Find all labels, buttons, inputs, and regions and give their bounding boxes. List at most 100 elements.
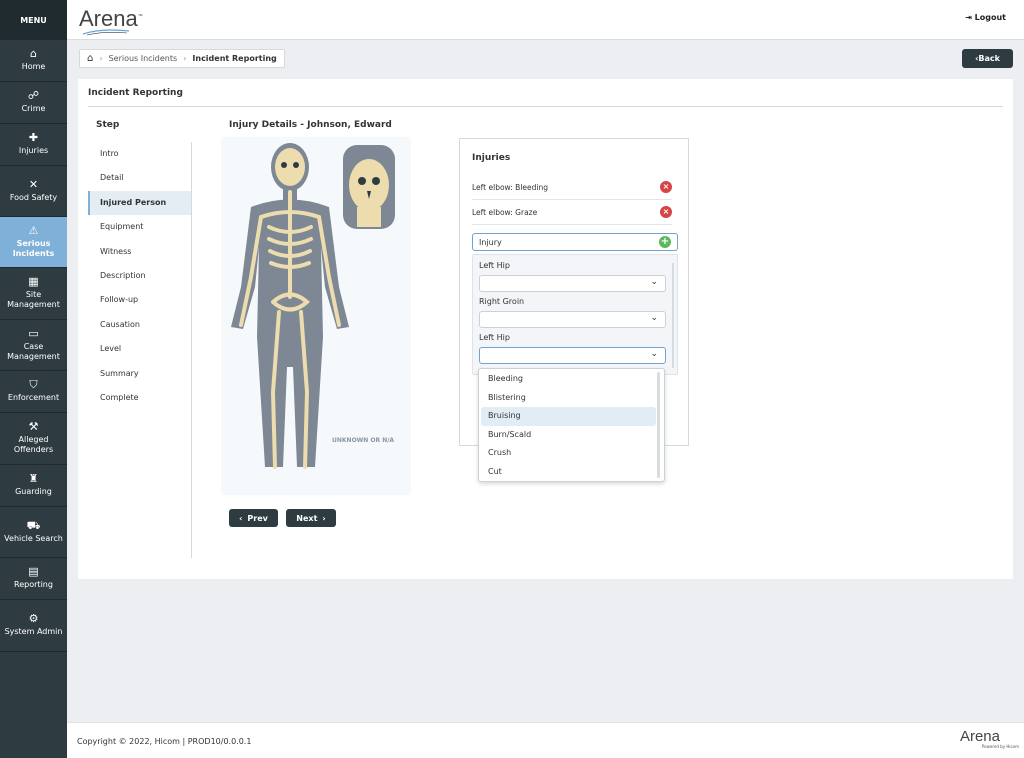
dropdown-option[interactable]: Burn/Scald [481, 426, 656, 445]
shield-icon: ⛉ [29, 378, 38, 391]
prev-button[interactable]: ‹ Prev [229, 509, 278, 527]
logo-tm: ™ [137, 13, 143, 20]
injury-type-select[interactable]: ⌄ [479, 311, 666, 328]
breadcrumb: ⌂ › Serious Incidents › Incident Reporti… [79, 49, 285, 68]
sidebar-item-serious-incidents[interactable]: ⚠ Serious Incidents [0, 217, 67, 268]
scrollbar[interactable] [672, 263, 674, 368]
sidebar-item-label: Guarding [15, 487, 52, 496]
sidebar-item-label: Food Safety [9, 192, 58, 202]
step-heading: Step [96, 120, 120, 130]
injuries-heading: Injuries [472, 153, 511, 163]
store-icon: ▦ [28, 275, 39, 288]
step-equipment[interactable]: Equipment [88, 215, 191, 239]
chevron-left-icon: ‹ [239, 513, 243, 523]
sidebar-item-crime[interactable]: ☍ Crime [0, 82, 67, 124]
warning-icon: ⚠ [28, 223, 39, 237]
step-follow-up[interactable]: Follow-up [88, 288, 191, 312]
incident-panel: Incident Reporting Step Intro Detail Injur… [78, 79, 1013, 579]
injury-type-select[interactable]: ⌄ [479, 275, 666, 292]
step-detail[interactable]: Detail [88, 166, 191, 190]
sidebar-item-label: Case Management [7, 341, 60, 361]
powered-by: Powered by Hicom [981, 744, 1019, 749]
dropdown-option[interactable]: Crush [481, 444, 656, 463]
divider [88, 106, 1003, 107]
section-title: Injury Details - Johnson, Edward [229, 120, 392, 130]
step-level[interactable]: Level [88, 337, 191, 361]
location-label: Right Groin [479, 297, 525, 306]
step-witness[interactable]: Witness [88, 240, 191, 264]
next-label: Next [296, 513, 318, 523]
gear-icon: ⚙ [28, 612, 39, 625]
chevron-right-icon: › [99, 54, 103, 63]
step-injured-person[interactable]: Injured Person [88, 190, 191, 216]
sidebar-item-site-management[interactable]: ▦ Site Management [0, 268, 67, 320]
utensils-icon: ✕ [28, 177, 39, 191]
sidebar-item-alleged-offenders[interactable]: ⚒ Alleged Offenders [0, 413, 67, 465]
chevron-right-icon: › [322, 513, 326, 523]
location-label: Left Hip [479, 333, 510, 342]
sidebar-item-system-admin[interactable]: ⚙ System Admin [0, 600, 67, 652]
step-summary[interactable]: Summary [88, 362, 191, 386]
dropdown-option[interactable]: Cut [481, 463, 656, 482]
scrollbar[interactable] [657, 372, 660, 478]
sidebar-item-food-safety[interactable]: ✕ Food Safety [0, 166, 67, 217]
sidebar-item-enforcement[interactable]: ⛉ Enforcement [0, 371, 67, 413]
breadcrumb-serious-incidents[interactable]: Serious Incidents [109, 54, 178, 63]
injury-type-dropdown: Bleeding Blistering Bruising Burn/Scald Crus… [478, 368, 665, 482]
sidebar: MENU ⌂ Home ☍ Crime ✚ Injuries ✕ Food Safety ⚠ Se… [0, 0, 67, 758]
sidebar-item-label: Vehicle Search [4, 533, 63, 543]
breadcrumb-incident-reporting: Incident Reporting [192, 54, 277, 63]
sidebar-item-label: Serious Incidents [12, 238, 55, 258]
back-label: Back [978, 54, 1000, 63]
sidebar-item-label: Injuries [18, 146, 49, 155]
remove-icon[interactable]: × [660, 181, 672, 193]
sidebar-item-label: Home [21, 62, 46, 71]
dropdown-option[interactable]: Bruising [481, 407, 656, 426]
sidebar-item-label: Alleged Offenders [13, 435, 54, 454]
unknown-region-label[interactable]: UNKNOWN OR N/A [332, 437, 394, 444]
injury-input[interactable]: Injury + [472, 233, 678, 251]
back-button[interactable]: ‹ Back [962, 49, 1013, 68]
logout-icon: ⇥ [965, 13, 975, 22]
sidebar-item-home[interactable]: ⌂ Home [0, 40, 67, 82]
logout-label: Logout [974, 13, 1006, 22]
step-description[interactable]: Description [88, 264, 191, 288]
gavel-icon: ⚒ [28, 420, 39, 433]
handcuffs-icon: ☍ [27, 89, 40, 102]
add-icon[interactable]: + [659, 236, 671, 248]
folder-icon: ▭ [28, 326, 39, 340]
injury-text: Left elbow: Graze [472, 207, 538, 217]
home-icon[interactable]: ⌂ [87, 53, 93, 64]
injury-text: Left elbow: Bleeding [472, 182, 548, 192]
dropdown-option[interactable]: Bleeding [481, 370, 656, 389]
step-complete[interactable]: Complete [88, 386, 191, 410]
injury-item: Left elbow: Graze × [472, 200, 672, 225]
location-panel: Left Hip ⌄ Right Groin ⌄ Left Hip ⌄ [472, 254, 678, 375]
injury-placeholder: Injury [479, 237, 502, 247]
sidebar-item-vehicle-search[interactable]: ⛟ Vehicle Search [0, 507, 67, 558]
sidebar-item-case-management[interactable]: ▭ Case Management [0, 320, 67, 371]
menu-header: MENU [0, 0, 67, 40]
car-icon: ⛟ [26, 518, 41, 532]
remove-icon[interactable]: × [660, 206, 672, 218]
calendar-report-icon: ▤ [28, 565, 39, 578]
chevron-right-icon: › [183, 54, 187, 63]
copyright: Copyright © 2022, Hicom | PROD10/0.0.0.1 [77, 737, 252, 746]
sidebar-item-injuries[interactable]: ✚ Injuries [0, 124, 67, 166]
logo-swoosh-icon [82, 29, 130, 36]
injury-item: Left elbow: Bleeding × [472, 175, 672, 200]
step-list: Intro Detail Injured Person Equipment Witnes… [88, 142, 192, 558]
step-intro[interactable]: Intro [88, 142, 191, 166]
panel-title: Incident Reporting [88, 88, 183, 98]
step-causation[interactable]: Causation [88, 313, 191, 337]
top-bar: Arena™ ⇥ Logout [67, 0, 1024, 40]
dropdown-option[interactable]: Blistering [481, 389, 656, 408]
chevron-down-icon: ⌄ [650, 313, 658, 323]
sidebar-item-guarding[interactable]: ♜ Guarding [0, 465, 67, 507]
sidebar-item-reporting[interactable]: ▤ Reporting [0, 558, 67, 600]
injury-type-select[interactable]: ⌄ [479, 347, 666, 364]
guard-icon: ♜ [28, 472, 39, 485]
next-button[interactable]: Next › [286, 509, 336, 527]
chevron-down-icon: ⌄ [650, 349, 658, 359]
logout-button[interactable]: ⇥ Logout [965, 13, 1006, 22]
